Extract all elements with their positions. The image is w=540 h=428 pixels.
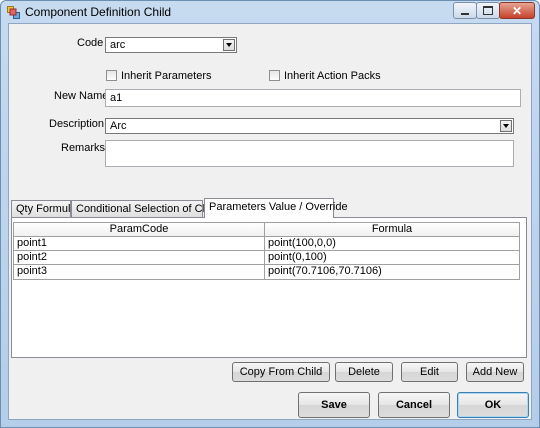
formula-cell[interactable]: point(100,0,0) <box>265 237 519 251</box>
cancel-button[interactable]: Cancel <box>378 392 450 418</box>
close-icon: ✕ <box>511 3 523 18</box>
dialog-client-area: Code arc Inherit Parameters Inherit Acti… <box>8 23 532 420</box>
dialog-window: Component Definition Child ✕ Code arc In… <box>0 0 540 428</box>
remarks-input[interactable] <box>105 140 514 167</box>
table-row[interactable]: point3 point(70.7106,70.7106) <box>14 265 519 279</box>
description-value: Arc <box>110 120 127 132</box>
delete-button[interactable]: Delete <box>335 362 393 382</box>
code-label: Code <box>77 37 104 49</box>
formula-cell[interactable]: point(70.7106,70.7106) <box>265 265 519 279</box>
paramcode-cell[interactable]: point2 <box>14 251 265 265</box>
app-icon <box>7 6 20 19</box>
inherit-parameters-checkbox[interactable] <box>106 70 117 81</box>
minimize-icon <box>461 12 469 15</box>
maximize-icon <box>483 6 493 15</box>
formula-cell[interactable]: point(0,100) <box>265 251 519 265</box>
new-name-input[interactable]: a1 <box>105 89 521 107</box>
inherit-action-packs-checkbox[interactable] <box>269 70 280 81</box>
maximize-button[interactable] <box>476 2 500 19</box>
column-header-formula[interactable]: Formula <box>265 223 519 237</box>
new-name-value: a1 <box>110 92 123 104</box>
inherit-parameters-label: Inherit Parameters <box>121 70 212 82</box>
paramcode-cell[interactable]: point3 <box>14 265 265 279</box>
table-row[interactable]: point2 point(0,100) <box>14 251 519 265</box>
grid-header-row: ParamCode Formula <box>14 223 519 237</box>
dropdown-arrow-icon[interactable] <box>223 39 235 51</box>
add-new-button[interactable]: Add New <box>466 362 524 382</box>
close-button[interactable]: ✕ <box>499 2 535 19</box>
description-combo[interactable]: Arc <box>105 118 514 134</box>
edit-button[interactable]: Edit <box>401 362 458 382</box>
tab-qty-formula[interactable]: Qty Formula <box>11 200 77 217</box>
title-bar[interactable]: Component Definition Child ✕ <box>1 1 539 23</box>
tab-parameters-value-override[interactable]: Parameters Value / Override <box>204 198 348 218</box>
window-title: Component Definition Child <box>25 5 172 19</box>
parameters-grid[interactable]: ParamCode Formula point1 point(100,0,0) … <box>13 222 520 280</box>
tab-conditional-selection[interactable]: Conditional Selection of Child <box>71 200 220 217</box>
copy-from-child-button[interactable]: Copy From Child <box>232 362 330 382</box>
code-combo[interactable]: arc <box>105 37 237 53</box>
new-name-label: New Name <box>54 90 109 102</box>
dropdown-arrow-icon[interactable] <box>500 120 512 132</box>
inherit-action-packs-label: Inherit Action Packs <box>284 70 381 82</box>
remarks-label: Remarks <box>61 142 106 154</box>
ok-button[interactable]: OK <box>457 392 529 418</box>
description-label: Description <box>49 118 105 130</box>
column-header-paramcode[interactable]: ParamCode <box>14 223 265 237</box>
save-button[interactable]: Save <box>298 392 370 418</box>
parameters-tab-panel: ParamCode Formula point1 point(100,0,0) … <box>11 217 527 358</box>
paramcode-cell[interactable]: point1 <box>14 237 265 251</box>
minimize-button[interactable] <box>453 2 477 19</box>
table-row[interactable]: point1 point(100,0,0) <box>14 237 519 251</box>
code-value: arc <box>110 39 126 51</box>
